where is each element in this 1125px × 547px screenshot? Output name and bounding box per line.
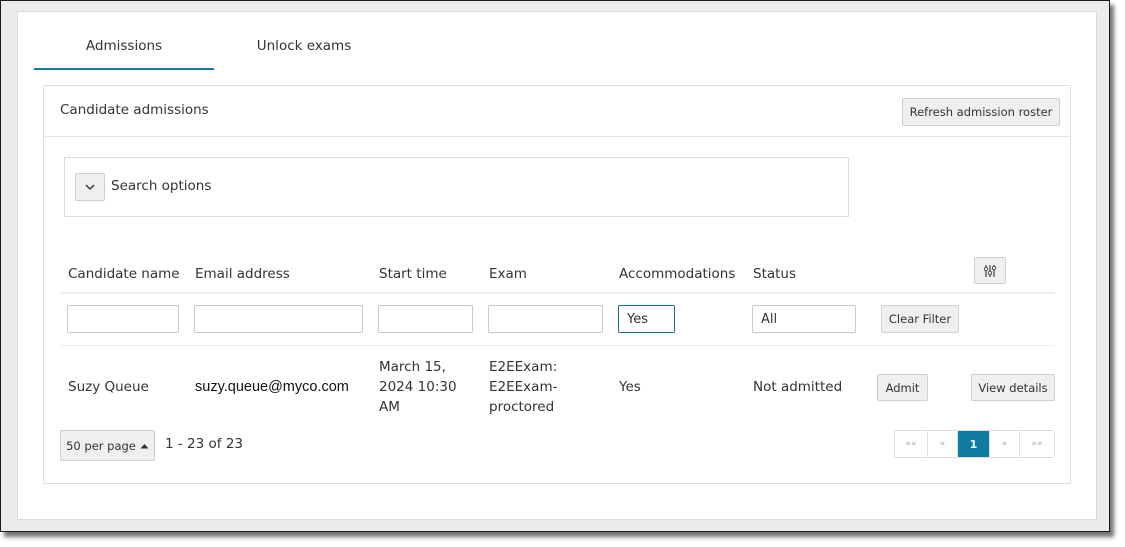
email-cell: suzy.queue@myco.com <box>195 379 349 395</box>
tab-admissions[interactable]: Admissions <box>34 34 214 70</box>
start-time-line: March 15, <box>379 359 446 375</box>
accommodations-filter[interactable] <box>618 305 675 333</box>
admit-button[interactable]: Admit <box>877 374 928 401</box>
candidate-admissions-panel: Candidate admissions Refresh admission r… <box>43 85 1071 484</box>
search-options-label[interactable]: Search options <box>111 178 211 194</box>
column-header-status[interactable]: Status <box>753 266 796 282</box>
search-options-toggle[interactable] <box>75 173 105 201</box>
search-options-box: Search options <box>64 157 849 217</box>
column-header-candidate-name[interactable]: Candidate name <box>68 266 180 282</box>
column-header-accommodations[interactable]: Accommodations <box>619 266 735 282</box>
header-divider <box>60 292 1055 294</box>
page-1-button[interactable]: 1 <box>958 431 990 457</box>
sliders-icon <box>983 264 997 277</box>
start-time-line: AM <box>379 399 400 415</box>
exam-line: proctored <box>489 399 555 415</box>
caret-up-icon <box>140 443 149 448</box>
last-page-button[interactable]: »» <box>1020 431 1054 457</box>
column-header-exam[interactable]: Exam <box>489 266 527 282</box>
chevron-down-icon <box>85 184 95 190</box>
exam-line: E2EExam: <box>489 359 558 375</box>
status-cell: Not admitted <box>753 379 843 395</box>
candidate-name-filter[interactable] <box>67 305 179 333</box>
accommodations-cell: Yes <box>619 379 641 395</box>
column-header-email-address[interactable]: Email address <box>195 266 290 282</box>
email-address-filter[interactable] <box>194 305 363 333</box>
panel-header: Candidate admissions Refresh admission r… <box>44 86 1070 137</box>
per-page-dropdown[interactable]: 50 per page <box>60 430 155 461</box>
window-frame: Admissions Unlock exams Candidate admiss… <box>0 0 1110 532</box>
column-header-start-time[interactable]: Start time <box>379 266 447 282</box>
tab-unlock-exams[interactable]: Unlock exams <box>214 34 394 70</box>
clear-filter-button[interactable]: Clear Filter <box>881 305 959 333</box>
exam-line: E2EExam- <box>489 379 558 395</box>
refresh-roster-button[interactable]: Refresh admission roster <box>902 98 1060 126</box>
per-page-label: 50 per page <box>66 438 136 453</box>
candidate-name-cell: Suzy Queue <box>68 379 149 395</box>
pagination-controls: «« « 1 » »» <box>894 430 1055 458</box>
start-time-cell: March 15, 2024 10:30 AM <box>379 357 457 417</box>
filter-divider <box>60 345 1055 346</box>
results-range: 1 - 23 of 23 <box>165 436 243 452</box>
exam-cell: E2EExam: E2EExam- proctored <box>489 357 557 417</box>
start-time-filter[interactable] <box>378 305 473 333</box>
previous-page-button[interactable]: « <box>928 431 958 457</box>
start-time-line: 2024 10:30 <box>379 379 457 395</box>
status-filter[interactable] <box>752 305 856 333</box>
next-page-button[interactable]: » <box>990 431 1020 457</box>
column-settings-button[interactable] <box>974 257 1006 284</box>
tab-bar: Admissions Unlock exams <box>34 34 394 70</box>
first-page-button[interactable]: «« <box>895 431 928 457</box>
page-container: Admissions Unlock exams Candidate admiss… <box>17 11 1097 520</box>
view-details-button[interactable]: View details <box>971 374 1055 401</box>
exam-filter[interactable] <box>488 305 603 333</box>
panel-title: Candidate admissions <box>60 102 209 118</box>
